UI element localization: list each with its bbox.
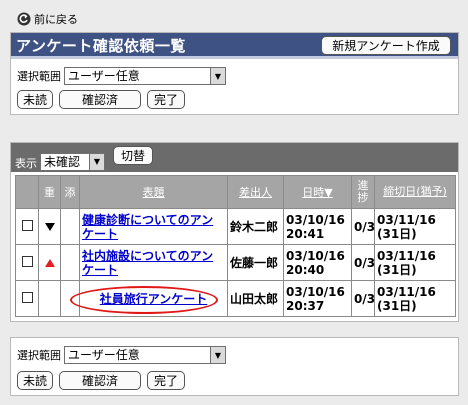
priority-column-header: 重 xyxy=(38,175,61,209)
row-checkbox-cell xyxy=(15,280,39,317)
switch-button[interactable]: 切替 xyxy=(113,146,153,165)
progress-column-header: 進捗 xyxy=(351,175,375,209)
progress-cell: 0/3 xyxy=(351,244,375,281)
status-button-row: 未読 確認済 完了 xyxy=(17,371,185,390)
sender-cell: 山田太郎 xyxy=(227,280,284,317)
bottom-filter-panel: 選択範囲 ユーザー任意 ▼ 未読 確認済 完了 xyxy=(10,337,459,396)
unread-button[interactable]: 未読 xyxy=(17,90,53,109)
scope-label: 選択範囲 xyxy=(17,70,61,83)
subject-cell: 社員旅行アンケート xyxy=(79,280,228,317)
scope-select[interactable]: ユーザー任意 ▼ xyxy=(64,346,226,364)
deadline-column-header[interactable]: 締切日(猶予) xyxy=(374,175,456,209)
done-button[interactable]: 完了 xyxy=(147,371,185,390)
high-priority-icon xyxy=(44,258,55,267)
view-row: 表示 未確認 ▼ 切替 xyxy=(15,146,153,171)
scope-select[interactable]: ユーザー任意 ▼ xyxy=(64,67,226,85)
sender-cell: 鈴木二郎 xyxy=(227,208,284,245)
datetime-cell: 03/10/16 20:40 xyxy=(283,244,352,281)
page-title: アンケート確認依頼一覧 xyxy=(16,37,186,55)
new-survey-button[interactable]: 新規アンケート作成 xyxy=(321,36,451,55)
subject-column-header[interactable]: 表題 xyxy=(79,175,228,209)
back-arrow-icon xyxy=(17,12,31,26)
survey-list-panel: 表示 未確認 ▼ 切替 重 添 表題 差出人 日時▼ 進捗 締切日(猶予) 健康… xyxy=(10,142,459,322)
table-row: 社内施設についてのアンケート 佐藤一郎 03/10/16 20:40 0/3 0… xyxy=(15,244,456,281)
row-checkbox[interactable] xyxy=(21,255,33,267)
attachment-column-header: 添 xyxy=(60,175,80,209)
row-checkbox-cell xyxy=(15,208,39,245)
title-bar: アンケート確認依頼一覧 新規アンケート作成 xyxy=(11,33,458,59)
chevron-down-icon: ▼ xyxy=(89,153,104,170)
row-checkbox-cell xyxy=(15,244,39,281)
datetime-cell: 03/10/16 20:37 xyxy=(283,280,352,317)
subject-link[interactable]: 社員旅行アンケート xyxy=(100,292,208,306)
chevron-down-icon: ▼ xyxy=(210,347,225,363)
done-button[interactable]: 完了 xyxy=(147,90,185,109)
attachment-cell xyxy=(60,244,80,281)
status-button-row: 未読 確認済 完了 xyxy=(17,90,185,109)
scope-row: 選択範囲 ユーザー任意 ▼ xyxy=(17,346,226,364)
table-header-row: 重 添 表題 差出人 日時▼ 進捗 締切日(猶予) xyxy=(15,175,456,209)
chevron-down-icon: ▼ xyxy=(210,68,225,84)
subject-cell: 社内施設についてのアンケート xyxy=(79,244,228,281)
subject-link[interactable]: 健康診断についてのアンケート xyxy=(82,213,213,241)
back-link[interactable]: 前に戻る xyxy=(17,10,78,28)
scope-select-value: ユーザー任意 xyxy=(68,69,140,83)
sender-column-header[interactable]: 差出人 xyxy=(227,175,284,209)
view-label: 表示 xyxy=(15,156,37,170)
scope-label: 選択範囲 xyxy=(17,349,61,362)
table-row: 健康診断についてのアンケート 鈴木二郎 03/10/16 20:41 0/3 0… xyxy=(15,208,456,245)
progress-cell: 0/3 xyxy=(351,280,375,317)
view-select-value: 未確認 xyxy=(44,154,81,169)
back-label: 前に戻る xyxy=(34,13,78,26)
priority-cell xyxy=(38,244,61,281)
datetime-cell: 03/10/16 20:41 xyxy=(283,208,352,245)
progress-cell: 0/3 xyxy=(351,208,375,245)
low-priority-icon xyxy=(44,222,55,231)
table-row: 社員旅行アンケート 山田太郎 03/10/16 20:37 0/3 03/11/… xyxy=(15,280,456,317)
sender-cell: 佐藤一郎 xyxy=(227,244,284,281)
deadline-cell: 03/11/16 (31日) xyxy=(374,208,456,245)
datetime-column-header[interactable]: 日時▼ xyxy=(283,175,352,209)
scope-select-value: ユーザー任意 xyxy=(68,348,140,362)
row-checkbox[interactable] xyxy=(21,219,33,231)
priority-cell xyxy=(38,280,61,317)
unread-button[interactable]: 未読 xyxy=(17,371,53,390)
priority-cell xyxy=(38,208,61,245)
deadline-cell: 03/11/16 (31日) xyxy=(374,280,456,317)
attachment-cell xyxy=(60,208,80,245)
survey-table: 重 添 表題 差出人 日時▼ 進捗 締切日(猶予) 健康診断についてのアンケート… xyxy=(15,175,456,317)
select-column-header xyxy=(15,175,39,209)
top-filter-panel: アンケート確認依頼一覧 新規アンケート作成 選択範囲 ユーザー任意 ▼ 未読 確… xyxy=(10,32,459,115)
subject-link[interactable]: 社内施設についてのアンケート xyxy=(82,249,213,277)
scope-row: 選択範囲 ユーザー任意 ▼ xyxy=(17,67,226,85)
view-select[interactable]: 未確認 ▼ xyxy=(40,152,105,171)
deadline-cell: 03/11/16 (31日) xyxy=(374,244,456,281)
row-checkbox[interactable] xyxy=(21,291,33,303)
confirmed-button[interactable]: 確認済 xyxy=(59,371,141,390)
attachment-cell xyxy=(60,280,80,317)
subject-cell: 健康診断についてのアンケート xyxy=(79,208,228,245)
confirmed-button[interactable]: 確認済 xyxy=(59,90,141,109)
